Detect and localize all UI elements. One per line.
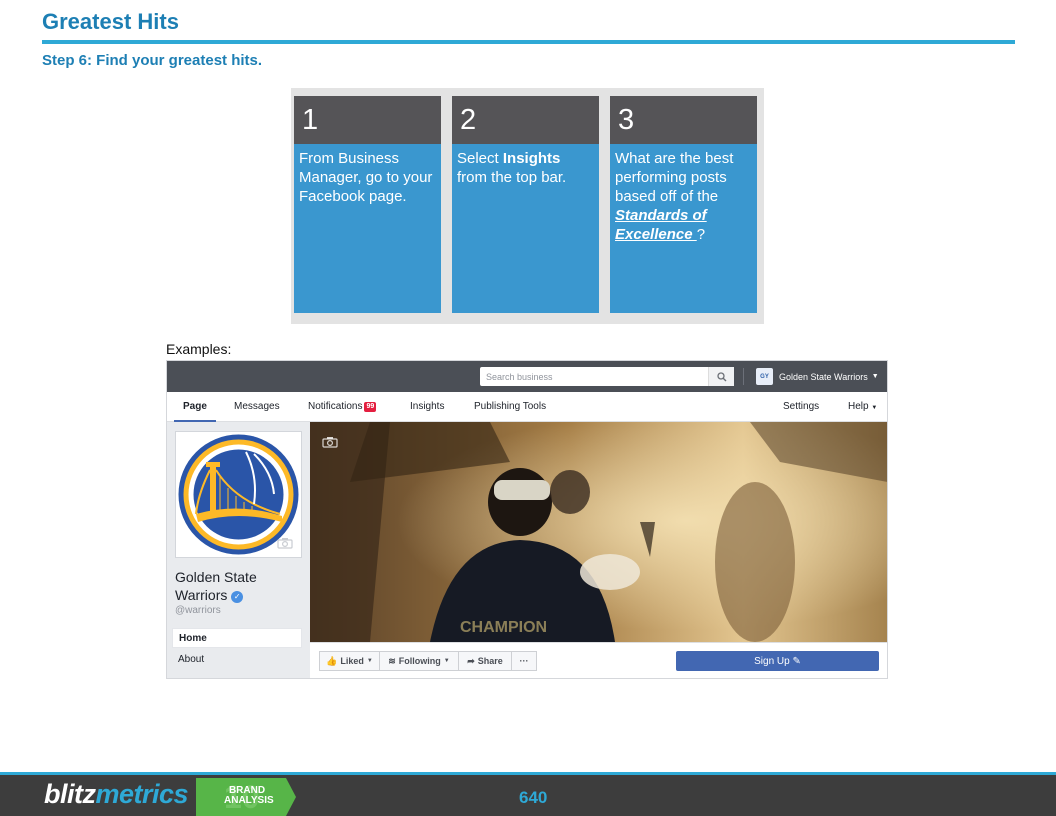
logo-part2: metrics — [95, 779, 189, 809]
account-avatar: GY — [756, 368, 773, 385]
camera-icon[interactable] — [322, 436, 338, 448]
tab-page[interactable]: Page — [174, 392, 216, 422]
search-button[interactable] — [708, 367, 734, 386]
steps-panel: 1 From Business Manager, go to your Face… — [291, 88, 764, 324]
more-options-button[interactable]: ··· — [511, 651, 537, 671]
tab-messages[interactable]: Messages — [234, 392, 280, 422]
badge-line2: ANALYSIS — [224, 795, 274, 806]
cover-jersey-text: CHAMPION — [460, 619, 547, 636]
chevron-down-icon: ▼ — [871, 405, 878, 411]
logo-part1: blitz — [44, 779, 96, 809]
sign-up-label: Sign Up — [754, 655, 790, 667]
sidebar-item-about[interactable]: About — [172, 650, 302, 670]
brand-analysis-badge: 10 BRAND ANALYSIS — [196, 778, 296, 816]
pencil-icon: ✎ — [792, 655, 801, 667]
share-arrow-icon: ➦ — [467, 655, 475, 666]
following-button[interactable]: ≋ Following ▼ — [379, 651, 459, 671]
tab-settings[interactable]: Settings — [783, 392, 819, 422]
page-name-line1: Golden State — [175, 569, 257, 585]
page-name-line2: Warriors — [175, 587, 228, 603]
step-card-3: 3 What are the best performing posts bas… — [610, 96, 757, 313]
tab-notifications-label: Notifications — [308, 401, 363, 412]
page-title: Greatest Hits — [42, 9, 179, 34]
facebook-nav: Page Messages Notifications 99 Insights P… — [167, 392, 887, 422]
title-rule — [42, 40, 1015, 44]
step-number: 3 — [610, 96, 757, 144]
step-text-bold: Insights — [502, 150, 561, 167]
standards-link[interactable]: Standards of Excellence — [615, 207, 707, 243]
tab-notifications[interactable]: Notifications 99 — [308, 392, 377, 422]
step-text: Select Insights from the top bar. — [452, 144, 599, 313]
page-action-bar: 👍 Liked ▼ ≋ Following ▼ ➦ Share ··· Sign Up ✎ — [310, 642, 887, 678]
page-sidebar: Golden State Warriors ✓ @warriors Home A… — [167, 422, 310, 678]
account-name: Golden State Warriors — [779, 371, 868, 382]
cover-photo[interactable]: CHAMPION — [310, 422, 887, 642]
liked-button[interactable]: 👍 Liked ▼ — [319, 651, 380, 671]
share-label: Share — [477, 656, 503, 666]
facebook-screenshot: GY Golden State Warriors ▼ Page Messages… — [166, 360, 888, 679]
step-text-part: Select — [457, 150, 503, 167]
notifications-badge: 99 — [364, 402, 377, 412]
sidebar-item-home[interactable]: Home — [172, 628, 302, 648]
topbar-divider — [743, 368, 744, 385]
step-card-1: 1 From Business Manager, go to your Face… — [294, 96, 441, 313]
step-text: What are the best performing posts based… — [610, 144, 757, 313]
step-number: 2 — [452, 96, 599, 144]
share-button[interactable]: ➦ Share — [458, 651, 512, 671]
sign-up-button[interactable]: Sign Up ✎ — [676, 651, 879, 671]
page-number: 640 — [519, 788, 548, 807]
liked-label: Liked — [340, 656, 364, 666]
search-box — [480, 367, 734, 386]
step-text-part: from the top bar. — [457, 169, 567, 186]
tab-publishing-tools[interactable]: Publishing Tools — [474, 392, 546, 422]
cover-image: CHAMPION — [310, 422, 887, 642]
step-text: From Business Manager, go to your Facebo… — [294, 144, 441, 313]
step-card-2: 2 Select Insights from the top bar. — [452, 96, 599, 313]
examples-label: Examples: — [166, 341, 232, 357]
step-text-part: What are the best performing posts based… — [615, 150, 734, 205]
page-handle: @warriors — [175, 605, 221, 616]
chevron-down-icon: ▼ — [443, 658, 450, 664]
step-number: 1 — [294, 96, 441, 144]
page-name[interactable]: Golden State Warriors ✓ — [175, 568, 257, 604]
rss-icon: ≋ — [388, 655, 396, 666]
footer-bar: blitzmetrics 10 BRAND ANALYSIS 640 — [0, 772, 1056, 816]
tab-help-label: Help — [848, 401, 869, 412]
tab-insights[interactable]: Insights — [410, 392, 444, 422]
camera-icon[interactable] — [277, 537, 293, 549]
tab-help[interactable]: Help ▼ — [848, 392, 877, 422]
thumbs-up-icon: 👍 — [326, 655, 338, 666]
chevron-down-icon: ▼ — [871, 373, 879, 380]
blitzmetrics-logo: blitzmetrics — [44, 779, 189, 810]
following-label: Following — [398, 656, 441, 666]
search-icon — [716, 371, 726, 381]
step-heading: Step 6: Find your greatest hits. — [42, 52, 263, 69]
facebook-topbar: GY Golden State Warriors ▼ — [167, 361, 887, 392]
account-switcher[interactable]: GY Golden State Warriors ▼ — [756, 368, 879, 385]
chevron-down-icon: ▼ — [366, 658, 373, 664]
badge-text: BRAND ANALYSIS — [224, 786, 274, 806]
search-input[interactable] — [480, 367, 708, 386]
verified-badge-icon: ✓ — [231, 591, 244, 603]
profile-picture[interactable] — [175, 431, 302, 558]
step-text-part: ? — [696, 226, 706, 243]
